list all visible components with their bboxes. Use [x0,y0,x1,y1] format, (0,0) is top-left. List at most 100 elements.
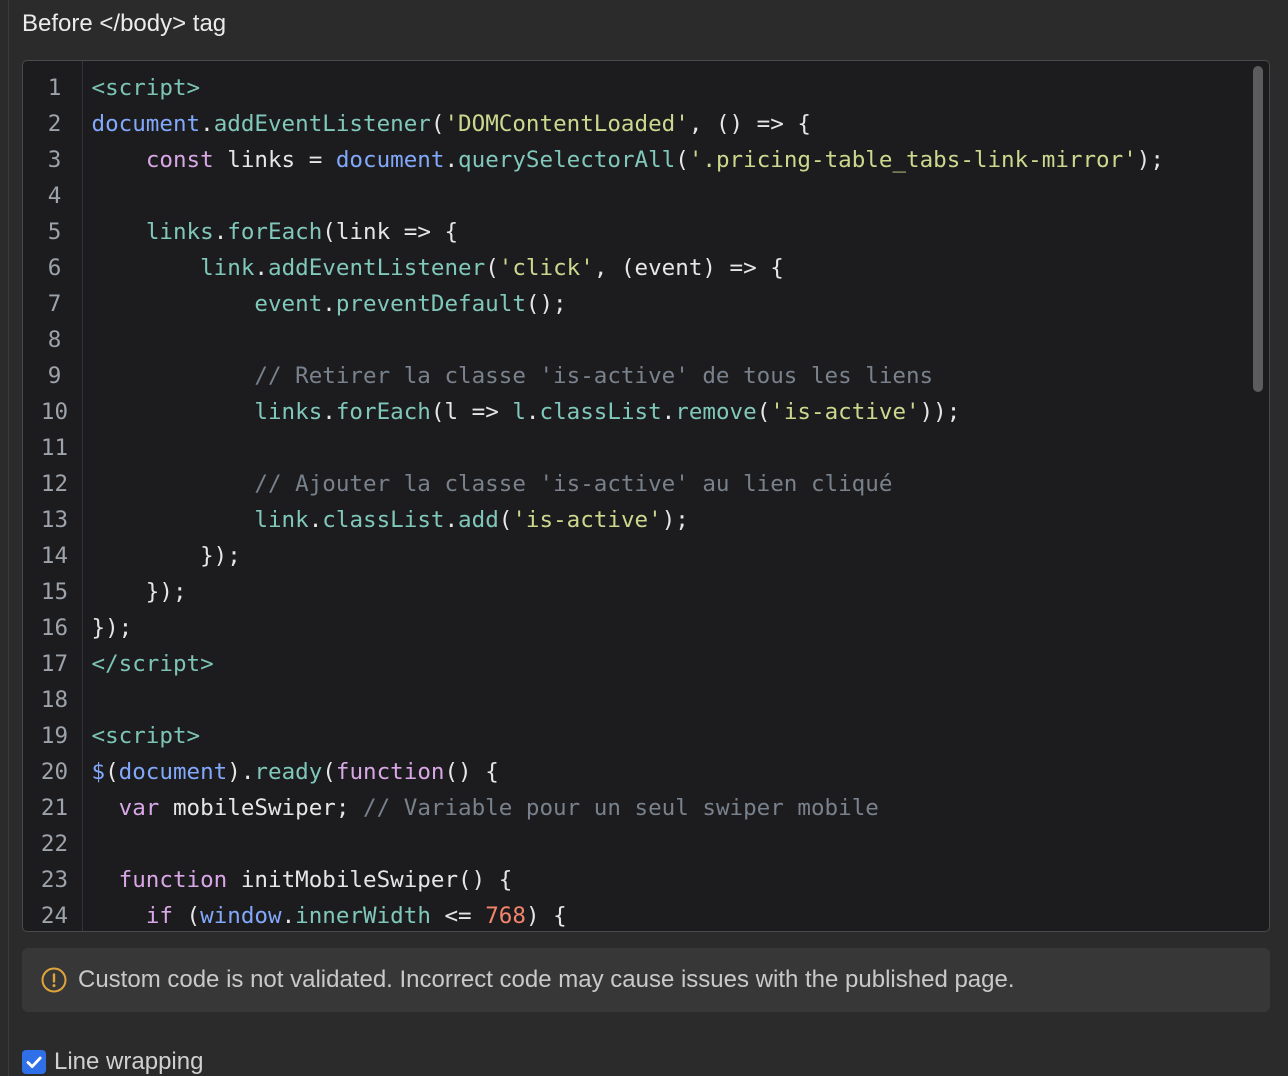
code-token: link [254,506,309,533]
code-line[interactable] [92,430,1246,466]
code-line[interactable]: // Retirer la classe 'is-active' de tous… [92,358,1246,394]
line-number: 12 [40,470,69,497]
code-editor[interactable]: 1 2 3 4 5 6 7 8 9 10 11 12 13 14 15 16 17 18 19 20 21 22 23 24 … [22,60,1270,932]
code-token: . [213,218,228,245]
code-line[interactable]: }); [92,610,1246,646]
code-line[interactable]: link.classList.add('is-active'); [92,502,1246,538]
code-token: <script> [91,722,201,749]
code-line[interactable]: <script> [92,70,1246,106]
line-wrapping-checkbox[interactable] [22,1050,46,1074]
code-line[interactable] [92,682,1246,718]
code-token: querySelectorAll [458,146,676,173]
code-token: // Retirer la classe 'is-active' de tous… [254,362,934,389]
code-token: ). [227,758,255,785]
code-line[interactable]: event.preventDefault(); [92,286,1246,322]
code-token: . [525,398,540,425]
code-token: ( [172,902,201,929]
code-line[interactable]: }); [92,538,1246,574]
code-line[interactable]: if (window.innerWidth <= 768) { [92,898,1246,932]
code-token: (link => { [322,218,459,245]
code-token: <script> [91,74,201,101]
code-line[interactable]: function initMobileSwiper() { [92,862,1246,898]
code-token: 'DOMContentLoaded' [444,110,689,137]
code-line[interactable] [92,178,1246,214]
code-token: forEach [227,218,323,245]
code-token: document [118,758,228,785]
code-token: 'is-active' [512,506,662,533]
code-token: ( [675,146,689,173]
code-line[interactable]: <script> [92,718,1246,754]
code-line[interactable]: links.forEach(l => l.classList.remove('i… [92,394,1246,430]
line-number: 9 [47,362,62,389]
code-token: , (event) => { [593,254,784,281]
line-number: 1 [47,74,62,101]
line-number: 19 [40,722,69,749]
editor-scrollbar[interactable] [1251,61,1265,931]
panel-divider [8,0,9,1076]
code-content[interactable]: <script> document.addEventListener('DOMCo… [92,70,1246,932]
code-token: ( [105,758,119,785]
code-token: mobileSwiper; [159,794,364,821]
code-token: addEventListener [213,110,431,137]
line-number: 8 [47,326,62,353]
code-token: . [281,902,296,929]
line-number: 14 [40,542,69,569]
code-token: . [200,110,214,137]
line-number: 24 [40,902,69,929]
notice-text: Custom code is not validated. Incorrect … [78,966,1015,993]
code-line[interactable] [92,322,1246,358]
gutter-separator [81,61,83,931]
code-token: preventDefault [335,290,526,317]
code-token: ( [756,398,771,425]
line-number: 2 [47,110,62,137]
line-number: 22 [40,830,69,857]
section-title: Before </body> tag [22,10,227,37]
line-number: 4 [47,182,62,209]
code-line[interactable]: const links = document.querySelectorAll(… [92,142,1246,178]
code-token: classList [322,506,445,533]
line-number: 11 [40,434,69,461]
code-token: ( [498,506,513,533]
line-number: 20 [40,758,69,785]
checkmark-icon [26,1056,42,1068]
line-number: 13 [40,506,69,533]
code-line[interactable]: links.forEach(link => { [92,214,1246,250]
code-token: 768 [485,902,526,929]
line-number: 10 [40,398,69,425]
line-wrapping-label[interactable]: Line wrapping [54,1048,203,1076]
line-number: 7 [47,290,62,317]
code-token: 'click' [498,254,594,281]
code-token: <= [430,902,486,929]
code-token: (l => [430,398,513,425]
code-line[interactable]: </script> [92,646,1246,682]
code-line[interactable]: link.addEventListener('click', (event) =… [92,250,1246,286]
code-token: )); [919,398,961,425]
code-line[interactable]: }); [92,574,1246,610]
line-number-gutter: 1 2 3 4 5 6 7 8 9 10 11 12 13 14 15 16 17 18 19 20 21 22 23 24 [23,70,82,932]
code-token: }); [91,578,187,605]
code-token: var [118,794,160,821]
code-token: ); [661,506,689,533]
code-token: . [322,398,336,425]
code-line[interactable]: // Ajouter la classe 'is-active' au lien… [92,466,1246,502]
scrollbar-thumb[interactable] [1252,66,1263,392]
code-line[interactable]: document.addEventListener('DOMContentLoa… [92,106,1246,142]
code-token: event [254,290,323,317]
code-token: ( [430,110,445,137]
line-wrapping-option[interactable]: Line wrapping [22,1048,212,1076]
code-token: () { [444,758,499,785]
code-line[interactable]: $(document).ready(function() { [92,754,1246,790]
code-token: links [145,218,214,245]
code-line[interactable]: var mobileSwiper; // Variable pour un se… [92,790,1246,826]
code-token: addEventListener [268,254,486,281]
code-line[interactable] [92,826,1246,862]
custom-code-panel: Before </body> tag 1 2 3 4 5 6 7 8 9 10 11 12 13 14 15… [0,0,1288,1076]
